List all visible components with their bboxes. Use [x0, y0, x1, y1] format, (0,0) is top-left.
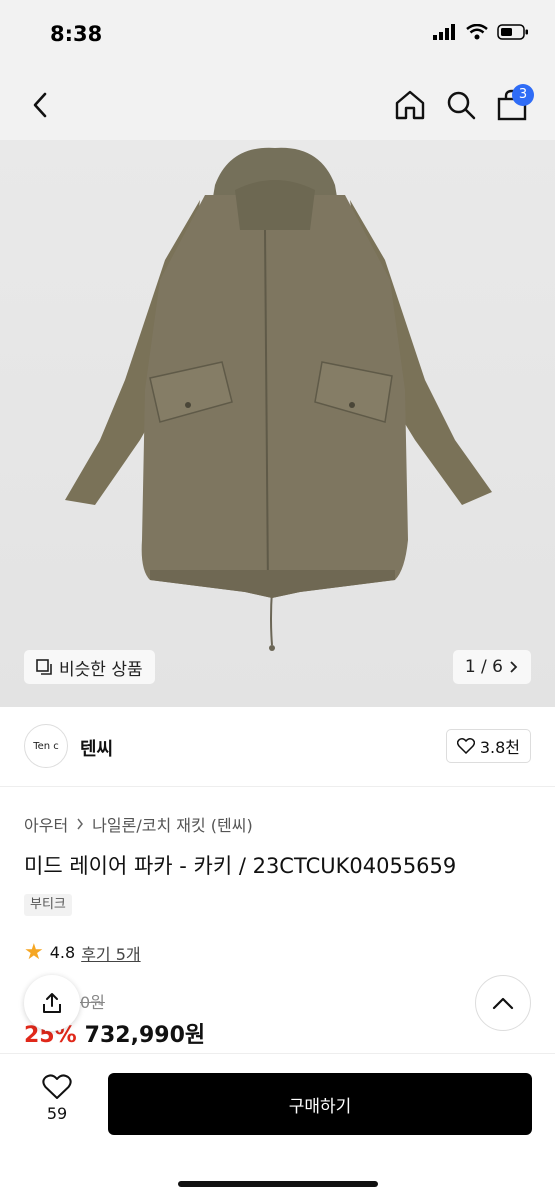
page-indicator-text: 1 / 6 [464, 657, 503, 677]
image-page-indicator[interactable]: 1 / 6 [452, 650, 531, 684]
original-price: 0원 [80, 993, 105, 1012]
breadcrumb: 아우터 나일론/코치 재킷 (텐씨) [24, 812, 253, 836]
wish-count: 59 [46, 1104, 68, 1123]
chevron-up-icon [492, 997, 514, 1010]
breadcrumb-subcategory[interactable]: 나일론/코치 재킷 (텐씨) [92, 812, 253, 836]
home-indicator [178, 1181, 378, 1187]
sale-price: 732,990원 [84, 1023, 206, 1048]
review-link[interactable]: 후기 5개 [81, 941, 140, 965]
chevron-right-icon [510, 661, 518, 673]
breadcrumb-category[interactable]: 아우터 [24, 812, 68, 836]
jacket-image [65, 147, 492, 651]
similar-icon [36, 658, 52, 675]
home-button[interactable] [391, 86, 429, 124]
buy-button[interactable]: 구매하기 [108, 1073, 532, 1135]
wish-button[interactable]: 59 [30, 1074, 84, 1123]
status-time: 8:38 [50, 22, 103, 46]
cart-badge: 3 [512, 84, 534, 106]
share-button[interactable] [24, 975, 80, 1031]
brand-logo[interactable]: Ten c [24, 724, 68, 768]
star-icon: ★ [24, 940, 44, 965]
scroll-top-button[interactable] [475, 975, 531, 1031]
product-tag: 부티크 [24, 894, 72, 916]
brand-name[interactable]: 텐씨 [80, 735, 113, 761]
product-title: 미드 레이어 파카 - 카키 / 23CTCUK04055659 [24, 854, 457, 878]
battery-icon [497, 24, 528, 40]
heart-icon [456, 738, 475, 754]
status-icons [433, 24, 529, 40]
product-image[interactable]: 비슷한 상품 1 / 6 [0, 140, 555, 707]
rating-row: ★ 4.8 후기 5개 [24, 940, 141, 965]
wifi-icon [466, 24, 488, 40]
chevron-right-icon [77, 818, 84, 830]
back-button[interactable] [22, 86, 60, 124]
cart-button[interactable]: 3 [493, 84, 534, 124]
home-icon [395, 90, 425, 120]
share-icon [43, 993, 61, 1013]
search-button[interactable] [442, 86, 480, 124]
brand-like-count: 3.8천 [479, 738, 520, 757]
brand-like-button[interactable]: 3.8천 [445, 729, 531, 763]
back-icon [33, 92, 47, 118]
nav-bar: 3 [0, 70, 555, 140]
brand-row[interactable]: Ten c 텐씨 3.8천 [0, 707, 555, 787]
heart-icon [42, 1074, 72, 1099]
brand-logo-text: Ten c [33, 740, 59, 752]
similar-products-button[interactable]: 비슷한 상품 [24, 650, 155, 684]
rating-value: 4.8 [49, 943, 76, 962]
bottom-bar: 59 구매하기 [0, 1053, 555, 1200]
status-bar: 8:38 [0, 0, 555, 70]
signal-icon [433, 24, 455, 40]
similar-label: 비슷한 상품 [59, 659, 143, 680]
search-icon [447, 91, 476, 120]
